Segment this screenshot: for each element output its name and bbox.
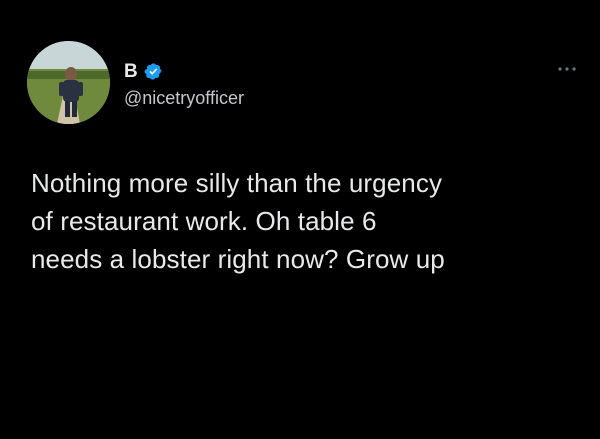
tweet-text-line: of restaurant work. Oh table 6: [31, 206, 377, 236]
avatar-photo: [27, 41, 110, 124]
tweet-card: B @nicetryofficer Nothing more silly tha…: [0, 0, 600, 439]
author-name-row[interactable]: B: [124, 58, 163, 84]
author-avatar[interactable]: [27, 41, 110, 124]
tweet-text: Nothing more silly than the urgency of r…: [31, 164, 576, 278]
more-options-icon[interactable]: [556, 62, 578, 74]
tweet-text-line: needs a lobster right now? Grow up: [31, 244, 445, 274]
tweet-text-line: Nothing more silly than the urgency: [31, 168, 443, 198]
verified-badge-icon: [144, 62, 163, 81]
author-display-name[interactable]: B: [124, 62, 138, 81]
author-handle[interactable]: @nicetryofficer: [124, 88, 244, 110]
